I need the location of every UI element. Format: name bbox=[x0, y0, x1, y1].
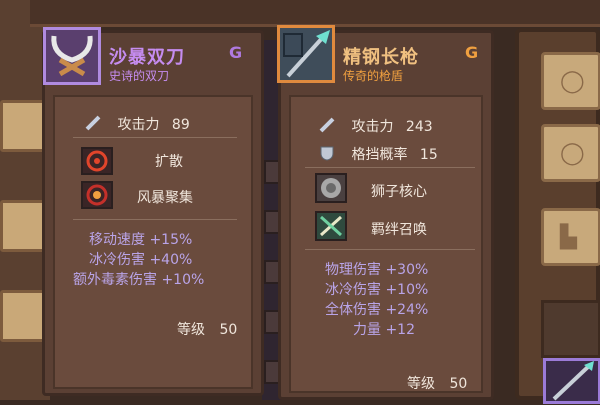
burst-ring-icon bbox=[81, 147, 113, 175]
block-row: 格挡概率 15 bbox=[319, 143, 438, 164]
spear-icon bbox=[277, 25, 335, 83]
block-value: 15 bbox=[419, 147, 438, 163]
divider bbox=[305, 167, 475, 168]
equipment-panel: ◯ ◯ ▙ bbox=[515, 28, 600, 404]
item-grade: G bbox=[465, 43, 480, 62]
shield-icon bbox=[319, 145, 335, 161]
bag-menu-tab[interactable] bbox=[0, 200, 46, 252]
equip-slot-weapon[interactable] bbox=[543, 358, 600, 404]
crossed-blades-icon bbox=[43, 27, 101, 85]
paw-menu-tab[interactable] bbox=[0, 290, 46, 342]
top-frame bbox=[30, 0, 600, 27]
level-value: 50 bbox=[219, 322, 238, 338]
equip-slot-empty[interactable] bbox=[541, 300, 600, 358]
stat-line: 全体伤害 +24% bbox=[325, 302, 429, 318]
skill-name: 狮子核心 bbox=[371, 184, 427, 200]
attack-row: 攻击力 243 bbox=[319, 115, 433, 136]
item-card-sandstorm-blades: 沙暴双刀 G 史诗的双刀 攻击力 89 扩散 风暴聚集 移动速度 +15% 冰冷… bbox=[42, 27, 264, 396]
item-rarity: 传奇的枪盾 bbox=[343, 69, 404, 83]
equip-slot-ring[interactable]: ◯ bbox=[541, 52, 600, 110]
divider bbox=[73, 219, 237, 220]
stat-line: 冰冷伤害 +10% bbox=[325, 282, 429, 298]
boots-icon: ▙ bbox=[560, 225, 577, 250]
skill-name: 羁绊召唤 bbox=[371, 222, 427, 238]
spear-icon bbox=[552, 361, 594, 401]
sword-icon bbox=[319, 117, 335, 133]
item-name: 沙暴双刀 bbox=[109, 47, 185, 68]
divider bbox=[73, 137, 237, 138]
level-row: 等级 50 bbox=[177, 319, 237, 339]
stat-line: 额外毒素伤害 +10% bbox=[73, 272, 205, 288]
item-grade: G bbox=[229, 43, 244, 62]
lion-core-icon bbox=[315, 173, 347, 203]
level-value: 50 bbox=[449, 376, 468, 392]
level-row: 等级 50 bbox=[407, 373, 467, 393]
sword-icon bbox=[85, 115, 101, 131]
stat-line: 冰冷伤害 +40% bbox=[89, 252, 193, 268]
stat-line: 力量 +12 bbox=[353, 322, 415, 338]
bond-summon-icon bbox=[315, 211, 347, 241]
level-label: 等级 bbox=[177, 322, 205, 338]
ring-icon: ◯ bbox=[560, 69, 585, 94]
item-rarity: 史诗的双刀 bbox=[109, 69, 170, 83]
item-card-steel-spear: 精钢长枪 G 传奇的枪盾 攻击力 243 格挡概率 15 狮子核心 羁绊召唤 物… bbox=[277, 25, 494, 400]
divider bbox=[305, 249, 475, 250]
stat-line: 物理伤害 +30% bbox=[325, 262, 429, 278]
item-details bbox=[289, 95, 483, 393]
skill-name: 风暴聚集 bbox=[137, 190, 193, 206]
storm-ring-icon bbox=[81, 181, 113, 209]
stat-line: 移动速度 +15% bbox=[89, 232, 193, 248]
equip-slot-boots[interactable]: ▙ bbox=[541, 208, 600, 266]
amulet-icon: ◯ bbox=[560, 141, 585, 166]
block-label: 格挡概率 bbox=[351, 147, 408, 163]
attack-value: 243 bbox=[405, 119, 433, 135]
item-name: 精钢长枪 bbox=[343, 47, 419, 68]
attack-value: 89 bbox=[171, 117, 190, 133]
level-label: 等级 bbox=[407, 376, 435, 392]
attack-label: 攻击力 bbox=[117, 117, 160, 133]
equip-slot-amulet[interactable]: ◯ bbox=[541, 124, 600, 182]
attack-label: 攻击力 bbox=[351, 119, 394, 135]
book-menu-tab[interactable] bbox=[0, 100, 46, 152]
attack-row: 攻击力 89 bbox=[85, 113, 190, 134]
skill-name: 扩散 bbox=[155, 154, 183, 170]
